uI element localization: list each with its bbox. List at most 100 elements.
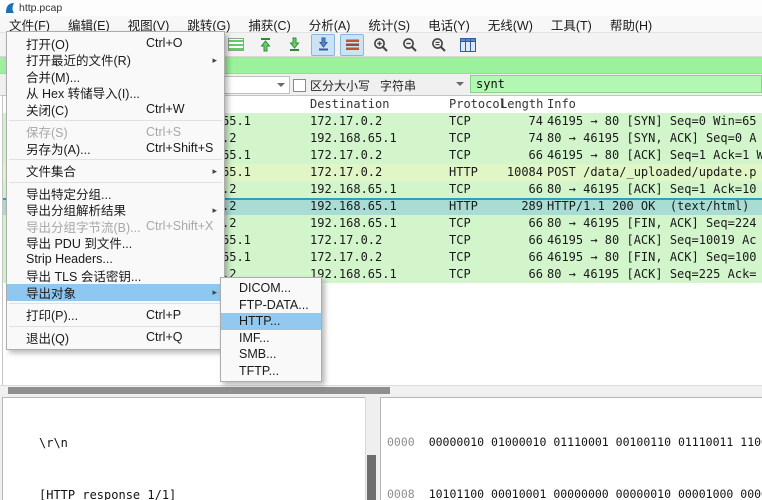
menu-item-merge[interactable]: 合并(M)...	[7, 68, 224, 85]
hscrollbar-thumb[interactable]	[8, 387, 390, 394]
resize-columns-icon[interactable]	[456, 34, 480, 56]
zoom-original-icon[interactable]	[427, 34, 451, 56]
menu-go[interactable]: 跳转(G)	[178, 16, 239, 33]
menu-item-save-as[interactable]: 另存为(A)... Ctrl+Shift+S	[7, 140, 224, 157]
submenu-item-imf[interactable]: IMF...	[221, 330, 321, 347]
menu-item-import-hex[interactable]: 从 Hex 转储导入(I)...	[7, 85, 224, 101]
cell-length: 66	[528, 182, 543, 196]
auto-scroll-icon[interactable]	[311, 33, 335, 56]
file-menu-panel: 打开(O)Ctrl+O 打开最近的文件(R) 合并(M)... 从 Hex 转储…	[6, 31, 225, 350]
cell-length: 66	[528, 267, 543, 281]
menu-item-export-pdus[interactable]: 导出 PDU 到文件...	[7, 235, 224, 251]
menu-item-save: 保存(S) Ctrl+S	[26, 124, 182, 141]
packet-details-pane: \r\n [HTTP response 1/1] [Time since req…	[2, 397, 376, 500]
cell-destination: 172.17.0.2	[310, 165, 383, 179]
menu-view[interactable]: 视图(V)	[119, 16, 179, 33]
zoom-in-icon[interactable]	[369, 34, 393, 56]
zoom-out-icon[interactable]	[398, 34, 422, 56]
menu-item-export-specified-packets[interactable]: 导出特定分组...	[7, 185, 224, 202]
find-input-wrap	[470, 75, 762, 93]
menu-separator	[9, 325, 222, 327]
byte-bits: 00000010 01000010 01110001 00100110 0111…	[428, 435, 762, 450]
go-first-packet-icon[interactable]	[253, 34, 277, 56]
menu-separator	[9, 303, 222, 304]
submenu-item-smb[interactable]: SMB...	[221, 346, 321, 363]
cell-destination: 192.168.65.1	[310, 182, 397, 196]
menu-telephony[interactable]: 电话(Y)	[419, 16, 479, 33]
cell-source: 65.1	[222, 233, 251, 247]
cell-info: 46195 → 80 [ACK] Seq=1 Ack=1 W	[547, 148, 762, 162]
wireshark-logo-icon	[6, 3, 14, 13]
colorize-rules-icon[interactable]	[224, 34, 248, 56]
column-header-protocol[interactable]: Protocol	[449, 97, 507, 111]
submenu-item-ftp-data[interactable]: FTP-DATA...	[221, 297, 321, 314]
find-type-value: 字符串	[380, 79, 417, 93]
cell-info: 80 → 46195 [SYN, ACK] Seq=0 A	[547, 131, 757, 145]
cell-source: 65.1	[222, 165, 251, 179]
cell-info: 80 → 46195 [ACK] Seq=1 Ack=10	[547, 182, 757, 196]
menu-item-open-recent[interactable]: 打开最近的文件(R)	[7, 52, 224, 68]
bytes-row[interactable]: 0000 00000010 01000010 01110001 00100110 …	[387, 434, 762, 451]
menu-analyze[interactable]: 分析(A)	[300, 16, 360, 33]
menu-item-export-dissections[interactable]: 导出分组解析结果	[7, 202, 224, 218]
detail-line[interactable]: [HTTP response 1/1]	[39, 487, 375, 500]
find-type-combobox[interactable]: 字符串	[372, 76, 468, 93]
cell-source: 65.1	[222, 148, 251, 162]
menu-capture[interactable]: 捕获(C)	[239, 16, 299, 33]
menu-tools[interactable]: 工具(T)	[542, 16, 601, 33]
submenu-item-dicom[interactable]: DICOM...	[221, 280, 321, 297]
window-title: http.pcap	[19, 2, 63, 14]
byte-offset: 0000	[387, 435, 415, 450]
vscrollbar-thumb[interactable]	[367, 454, 376, 500]
cell-info: HTTP/1.1 200 OK (text/html)	[547, 199, 750, 213]
cell-source: 65.1	[222, 114, 251, 128]
packet-bytes-pane: 0000 00000010 01000010 01110001 00100110 …	[380, 397, 762, 500]
cell-destination: 172.17.0.2	[310, 233, 383, 247]
cell-source: .2	[222, 182, 237, 196]
menu-item-strip-headers[interactable]: Strip Headers...	[7, 251, 224, 268]
menu-item-export-packet-bytes: 导出分组字节流(B)... Ctrl+Shift+X	[26, 219, 214, 235]
menu-help[interactable]: 帮助(H)	[601, 16, 661, 33]
menu-wireless[interactable]: 无线(W)	[479, 16, 542, 33]
cell-source: .2	[222, 131, 237, 145]
detail-line[interactable]: \r\n	[39, 435, 375, 452]
colorize-packets-icon[interactable]	[340, 33, 364, 56]
submenu-item-tftp[interactable]: TFTP...	[221, 363, 321, 380]
byte-bits: 10101100 00010001 00000000 00000010 0000…	[428, 487, 762, 500]
chevron-down-icon	[277, 83, 285, 87]
details-vscrollbar[interactable]	[365, 397, 377, 500]
go-last-packet-icon[interactable]	[282, 34, 306, 56]
bytes-row[interactable]: 0008 10101100 00010001 00000000 00000010 …	[387, 486, 762, 500]
menu-item-export-objects[interactable]: 导出对象	[7, 284, 224, 301]
cell-length: 289	[521, 199, 543, 213]
menu-separator	[9, 159, 222, 160]
menu-item-quit[interactable]: 退出(Q) Ctrl+Q	[7, 329, 224, 346]
menu-statistics[interactable]: 统计(S)	[359, 16, 419, 33]
menu-item-print[interactable]: 打印(P)... Ctrl+P	[7, 307, 224, 324]
column-header-destination[interactable]: Destination	[310, 97, 445, 111]
menu-item-export-tls-keys[interactable]: 导出 TLS 会话密钥...	[7, 268, 224, 284]
menu-edit[interactable]: 编辑(E)	[59, 16, 119, 33]
cell-info: 80 → 46195 [FIN, ACK] Seq=224	[547, 216, 757, 230]
menu-item-open[interactable]: 打开(O) Ctrl+O	[7, 35, 224, 52]
cell-length: 74	[528, 114, 543, 128]
wireshark-window: http.pcap 文件(F) 编辑(E) 视图(V) 跳转(G) 捕获(C) …	[0, 0, 762, 500]
export-objects-submenu: DICOM... FTP-DATA... HTTP... IMF... SMB.…	[220, 277, 322, 382]
cell-length: 66	[528, 216, 543, 230]
menu-item-file-set[interactable]: 文件集合	[7, 163, 224, 179]
chevron-down-icon	[456, 82, 464, 86]
cell-source: 65.1	[222, 250, 251, 264]
menu-file[interactable]: 文件(F)	[0, 16, 59, 33]
cell-info: POST /data/_uploaded/update.p	[547, 165, 757, 179]
cell-length: 74	[528, 131, 543, 145]
menu-item-close[interactable]: 关闭(C) Ctrl+W	[7, 101, 224, 118]
cell-info: 80 → 46195 [ACK] Seq=225 Ack=	[547, 267, 757, 281]
find-input[interactable]	[471, 76, 761, 92]
cell-length: 10084	[506, 165, 543, 179]
byte-offset: 0008	[387, 487, 415, 500]
column-header-info[interactable]: Info	[547, 97, 762, 111]
cell-destination: 192.168.65.1	[310, 267, 397, 281]
case-sensitive-checkbox[interactable]	[293, 79, 306, 92]
column-header-length[interactable]: Length	[500, 97, 543, 111]
submenu-item-http[interactable]: HTTP...	[221, 313, 321, 330]
